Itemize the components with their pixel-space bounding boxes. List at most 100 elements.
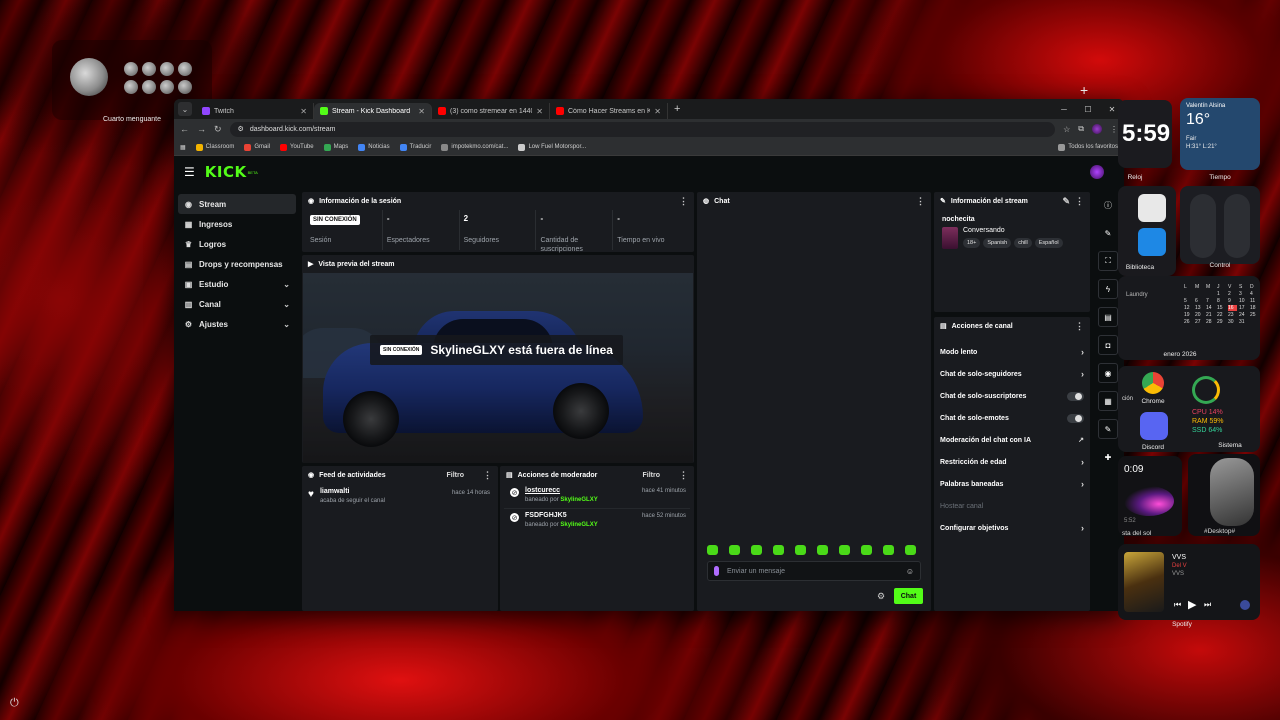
forward-icon[interactable]: → xyxy=(197,124,206,134)
chat-send-button[interactable]: Chat xyxy=(894,588,923,604)
tab-twitch[interactable]: Twitch ✕ xyxy=(196,103,314,119)
tab-search-button[interactable]: ⌄ xyxy=(178,102,192,116)
emote-icon[interactable] xyxy=(817,545,828,555)
emoji-icon[interactable]: ☺ xyxy=(906,567,914,576)
subscribers-only-toggle[interactable] xyxy=(1067,391,1084,401)
emote-icon[interactable] xyxy=(861,545,872,555)
emote-icon[interactable] xyxy=(795,545,806,555)
bookmark-item[interactable]: Maps xyxy=(323,143,348,151)
mute-slider[interactable] xyxy=(1224,194,1250,258)
emote-icon[interactable] xyxy=(729,545,740,555)
action-followers-only[interactable]: Chat de solo-seguidores › xyxy=(934,363,1090,385)
emote-icon[interactable] xyxy=(751,545,762,555)
bookmark-item[interactable]: Classroom xyxy=(195,143,234,151)
more-options-icon[interactable]: ⋮ xyxy=(483,470,492,481)
edit-icon[interactable]: ✎ xyxy=(1062,196,1070,207)
bookmark-item[interactable]: Noticias xyxy=(358,143,390,151)
action-banned-words[interactable]: Palabras baneadas › xyxy=(934,473,1090,495)
action-host-channel[interactable]: Hostear canal xyxy=(934,495,1090,517)
filter-button[interactable]: Filtro xyxy=(447,472,465,479)
more-options-icon[interactable]: ⋮ xyxy=(679,196,688,207)
power-icon[interactable]: ⏻ xyxy=(10,697,19,710)
hamburger-menu-icon[interactable]: ☰ xyxy=(184,165,195,179)
close-tab-icon[interactable]: ✕ xyxy=(654,107,661,116)
more-options-icon[interactable]: ⋮ xyxy=(1075,196,1084,207)
sidebar-item-canal[interactable]: ▥ Canal ⌄ xyxy=(178,294,296,314)
sidebar-item-estudio[interactable]: ▣ Estudio ⌄ xyxy=(178,274,296,294)
minimize-icon[interactable]: ─ xyxy=(1052,99,1076,119)
chrome-icon[interactable] xyxy=(1142,372,1164,394)
previous-track-icon[interactable]: ⏮ xyxy=(1174,600,1181,610)
calendar-icon[interactable]: ▦ xyxy=(1098,391,1118,411)
lightning-icon[interactable]: ϟ xyxy=(1098,279,1118,299)
kick-logo[interactable]: KICK xyxy=(205,163,247,181)
browser-menu-icon[interactable]: ⋮ xyxy=(1110,125,1118,134)
close-tab-icon[interactable]: ✕ xyxy=(418,107,425,116)
next-track-icon[interactable]: ⏭ xyxy=(1204,600,1211,610)
sidebar-item-drops[interactable]: ▤ Drops y recompensas xyxy=(178,254,296,274)
action-set-goals[interactable]: Configurar objetivos › xyxy=(934,517,1090,539)
chat-message-input[interactable]: Enviar un mensaje ☺ xyxy=(707,561,921,581)
tab-youtube-1[interactable]: (3) como stremear en 1440p en ✕ xyxy=(432,103,550,119)
emote-icon[interactable] xyxy=(707,545,718,555)
apps-grid-icon[interactable]: ▦ xyxy=(180,144,186,151)
user-avatar[interactable] xyxy=(1090,165,1104,179)
info-icon[interactable]: ⓘ xyxy=(1098,195,1118,215)
action-slow-mode[interactable]: Modo lento › xyxy=(934,341,1090,363)
bookmark-item[interactable]: impotekmo.com/cat... xyxy=(441,143,508,151)
beta-label: BETA xyxy=(247,169,258,175)
more-options-icon[interactable]: ⋮ xyxy=(916,196,925,207)
tab-youtube-2[interactable]: Cómo Hacer Streams en Kick | ✕ xyxy=(550,103,668,119)
emote-icon[interactable] xyxy=(905,545,916,555)
sidebar-item-ajustes[interactable]: ⚙ Ajustes ⌄ xyxy=(178,314,296,334)
profile-avatar[interactable] xyxy=(1092,124,1102,134)
more-options-icon[interactable]: ⋮ xyxy=(679,470,688,481)
files-folder-icon[interactable] xyxy=(1138,228,1166,256)
chat-settings-gear-icon[interactable]: ⚙ xyxy=(877,591,885,602)
tag: Spanish xyxy=(983,238,1012,248)
action-ai-moderation[interactable]: Moderación del chat con IA ↗ xyxy=(934,429,1090,451)
site-info-icon[interactable]: ⚙ xyxy=(238,125,244,133)
close-tab-icon[interactable]: ✕ xyxy=(536,107,543,116)
back-icon[interactable]: ← xyxy=(180,124,189,134)
note-icon[interactable]: ▤ xyxy=(1098,307,1118,327)
discord-icon[interactable] xyxy=(1140,412,1168,440)
feed-username[interactable]: liamwalti xyxy=(320,488,385,495)
chevron-right-icon: › xyxy=(1081,347,1084,357)
new-tab-button[interactable]: + xyxy=(674,103,680,115)
banned-username[interactable]: FSDFGHJK5 xyxy=(525,512,598,519)
bookmark-star-icon[interactable]: ☆ xyxy=(1063,125,1070,134)
banned-username[interactable]: lostcurecc xyxy=(525,487,598,494)
emote-icon[interactable] xyxy=(839,545,850,555)
wrench-icon[interactable]: ✎ xyxy=(1098,419,1118,439)
sidebar-item-logros[interactable]: ♛ Logros xyxy=(178,234,296,254)
sidebar-item-ingresos[interactable]: ▦ Ingresos xyxy=(178,214,296,234)
calculator-icon[interactable] xyxy=(1138,194,1166,222)
bookmark-item[interactable]: Traducir xyxy=(399,143,431,151)
pencil-icon[interactable]: ✎ xyxy=(1098,223,1118,243)
filter-button[interactable]: Filtro xyxy=(643,472,661,479)
extensions-icon[interactable]: ⧉ xyxy=(1078,124,1084,134)
sidebar-item-stream[interactable]: ◉ Stream xyxy=(178,194,296,214)
bookmark-item[interactable]: YouTube xyxy=(280,143,314,151)
action-age-restriction[interactable]: Restricción de edad › xyxy=(934,451,1090,473)
broadcast-icon[interactable]: ◉ xyxy=(1098,363,1118,383)
spotify-device-icon[interactable] xyxy=(1240,600,1250,610)
emote-icon[interactable] xyxy=(773,545,784,555)
volume-slider[interactable] xyxy=(1190,194,1216,258)
play-icon[interactable]: ▶ xyxy=(1188,598,1196,611)
url-field[interactable]: ⚙ dashboard.kick.com/stream xyxy=(229,121,1056,137)
close-tab-icon[interactable]: ✕ xyxy=(300,107,307,116)
add-widget-icon[interactable]: ✚ xyxy=(1098,447,1118,467)
clip-icon[interactable]: ⛶ xyxy=(1098,251,1118,271)
emote-icon[interactable] xyxy=(883,545,894,555)
tab-kick-dashboard[interactable]: Stream - Kick Dashboard ✕ xyxy=(314,103,432,119)
bookmark-item[interactable]: Gmail xyxy=(244,143,270,151)
bookmark-item[interactable]: Low Fuel Motorspor... xyxy=(518,143,586,151)
more-options-icon[interactable]: ⋮ xyxy=(1075,321,1084,332)
maximize-icon[interactable]: ☐ xyxy=(1076,99,1100,119)
emotes-only-toggle[interactable] xyxy=(1067,413,1084,423)
all-bookmarks[interactable]: Todos los favoritos xyxy=(1058,143,1118,151)
chat-icon[interactable]: ◘ xyxy=(1098,335,1118,355)
reload-icon[interactable]: ↻ xyxy=(214,124,222,135)
